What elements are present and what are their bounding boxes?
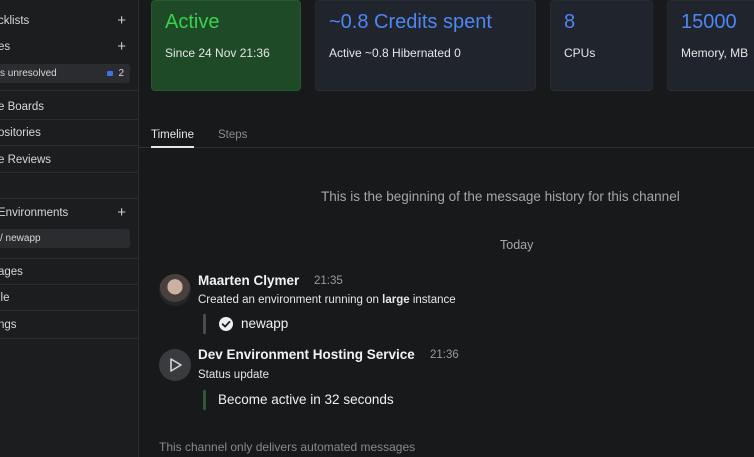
channel-footer-notice: This channel only delivers automated mes… [159,440,416,454]
quote-bar [203,390,206,410]
sidebar-item-label: ngs [0,319,17,331]
sidebar-item-label: ositories [0,127,41,139]
check-circle-icon [219,317,233,331]
cpu-value: 8 [564,11,576,33]
sidebar-subitem-label: / newapp [0,233,41,244]
tab-steps[interactable]: Steps [218,129,247,141]
cpu-label: CPUs [564,46,596,60]
plus-icon[interactable]: + [117,8,126,34]
sidebar-item-boards[interactable]: e Boards [0,94,138,120]
sidebar: cklists + es + s unresolved 2 e Boards o… [0,0,139,457]
memory-card: 15000 Memory, MB [667,0,754,91]
message-text-part: instance [409,294,456,306]
divider [0,338,138,339]
message-time: 21:35 [314,275,343,287]
memory-value: 15000 [681,11,737,33]
sidebar-subitem-unresolved[interactable]: s unresolved 2 [0,64,130,83]
status-value: Active [165,11,220,33]
sidebar-item-packages[interactable]: ages [0,259,138,285]
sidebar-item-reviews[interactable]: e Reviews [0,147,138,173]
sidebar-item-repositories[interactable]: ositories [0,120,138,146]
sidebar-item-issues[interactable]: es + [0,34,138,60]
sidebar-subitem-label: s unresolved [0,68,57,79]
history-start-notice: This is the beginning of the message his… [321,189,680,204]
day-separator: Today [500,238,534,252]
service-avatar [159,349,191,381]
sidebar-item-checklists[interactable]: cklists + [0,8,138,34]
unread-badge-dot [107,71,113,76]
divider [0,145,138,146]
credits-value: ~0.8 Credits spent [329,11,492,33]
message-author[interactable]: Maarten Clymer [198,273,299,288]
environment-name[interactable]: newapp [241,316,288,331]
divider [0,310,138,311]
sidebar-item-label: ages [0,266,23,278]
message-author[interactable]: Dev Environment Hosting Service [198,347,415,362]
sidebar-item-environments[interactable]: Environments + [0,200,138,226]
status-card: Active Since 24 Nov 21:36 [151,0,301,91]
memory-label: Memory, MB [681,46,749,60]
divider [0,90,138,91]
message-time: 21:36 [430,349,459,361]
sidebar-item-label: Environments [0,207,69,219]
tab-timeline[interactable]: Timeline [151,129,195,148]
instance-size: large [382,294,410,306]
sidebar-item-label: ile [0,292,10,304]
sidebar-item-label: es [0,41,11,53]
avatar[interactable] [159,274,191,306]
sidebar-item-label: e Reviews [0,154,52,166]
tab-bar: Timeline Steps [138,123,754,148]
sidebar-item-label: cklists [0,15,30,27]
sidebar-item-settings[interactable]: ngs [0,312,138,338]
sidebar-item-label: e Boards [0,101,45,113]
credits-card: ~0.8 Credits spent Active ~0.8 Hibernate… [315,0,536,91]
play-icon [170,358,182,372]
sidebar-item-profile[interactable]: ile [0,285,138,311]
plus-icon[interactable]: + [117,34,126,60]
cpu-card: 8 CPUs [550,0,653,91]
credits-breakdown: Active ~0.8 Hibernated 0 [329,46,461,60]
status-since: Since 24 Nov 21:36 [165,46,270,60]
issues-count: 2 [118,68,124,79]
message-text: Created an environment running on large … [198,294,456,306]
message-text-part: Created an environment running on [198,294,383,306]
message-text: Status update [198,369,269,381]
plus-icon[interactable]: + [117,200,126,226]
sidebar-subitem-newapp[interactable]: / newapp [0,229,130,248]
divider [0,172,138,173]
status-update-text: Become active in 32 seconds [218,392,394,407]
quote-bar [203,314,206,334]
divider [0,198,138,199]
